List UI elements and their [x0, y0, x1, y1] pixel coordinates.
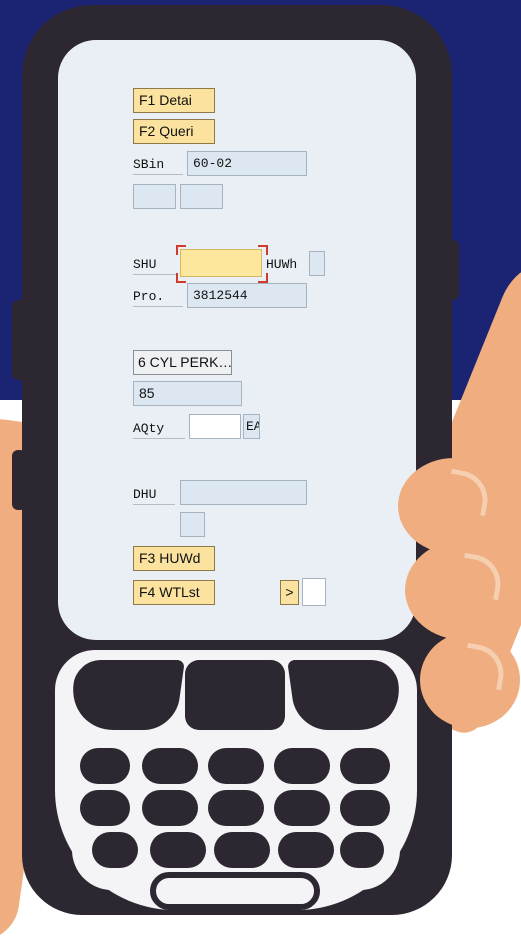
- keypad-key[interactable]: [142, 790, 198, 826]
- shu-label: SHU: [133, 256, 177, 275]
- keypad-key[interactable]: [278, 832, 334, 868]
- f3-hu-withdraw-button[interactable]: F3 HUWd: [133, 546, 215, 571]
- sbin-label: SBin: [133, 156, 183, 175]
- hand-finger: [405, 540, 521, 640]
- softkey-center[interactable]: [185, 660, 285, 730]
- source-bin-field[interactable]: 60-02: [187, 151, 307, 176]
- keypad-key[interactable]: [92, 832, 138, 868]
- page-input[interactable]: [302, 578, 326, 606]
- keypad-key[interactable]: [80, 790, 130, 826]
- f4-wt-list-button[interactable]: F4 WTLst: [133, 580, 215, 605]
- keypad-key[interactable]: [208, 748, 264, 784]
- product-description-button[interactable]: 6 CYL PERK…: [133, 350, 232, 375]
- keypad-key[interactable]: [208, 790, 264, 826]
- keypad-key[interactable]: [340, 832, 384, 868]
- home-key[interactable]: [150, 872, 320, 910]
- keypad-key[interactable]: [340, 748, 390, 784]
- destination-hu-field[interactable]: [180, 480, 307, 505]
- product-field[interactable]: 3812544: [187, 283, 307, 308]
- keypad-key[interactable]: [214, 832, 270, 868]
- actual-qty-input[interactable]: [189, 414, 241, 439]
- focus-corner: [258, 245, 268, 255]
- keypad-key[interactable]: [340, 790, 390, 826]
- keypad-key[interactable]: [150, 832, 206, 868]
- keypad-key[interactable]: [274, 748, 330, 784]
- fingernail: [444, 468, 493, 517]
- focus-corner: [258, 273, 268, 283]
- source-hu-input[interactable]: [180, 249, 262, 277]
- empty-field[interactable]: [133, 184, 176, 209]
- f1-details-button[interactable]: F1 Detai: [133, 88, 215, 113]
- softkey-left[interactable]: [67, 660, 185, 730]
- keypad-key[interactable]: [142, 748, 198, 784]
- next-page-button[interactable]: >: [280, 580, 299, 605]
- focus-corner: [176, 245, 186, 255]
- aqty-label: AQty: [133, 420, 185, 439]
- quantity-field[interactable]: 85: [133, 381, 242, 406]
- keypad-key[interactable]: [80, 748, 130, 784]
- empty-field[interactable]: [180, 512, 205, 537]
- focus-corner: [176, 273, 186, 283]
- unit-field[interactable]: EA: [243, 414, 260, 439]
- dhu-label: DHU: [133, 486, 175, 505]
- hand-finger: [420, 632, 520, 728]
- huwh-checkbox[interactable]: [309, 251, 325, 276]
- device-screen: [58, 40, 416, 640]
- huwh-label: HUWh: [266, 257, 298, 272]
- fingernail: [457, 552, 506, 601]
- f2-query-button[interactable]: F2 Queri: [133, 119, 215, 144]
- empty-field[interactable]: [180, 184, 223, 209]
- fingernail: [460, 642, 509, 691]
- keypad-key[interactable]: [274, 790, 330, 826]
- product-label: Pro.: [133, 288, 183, 307]
